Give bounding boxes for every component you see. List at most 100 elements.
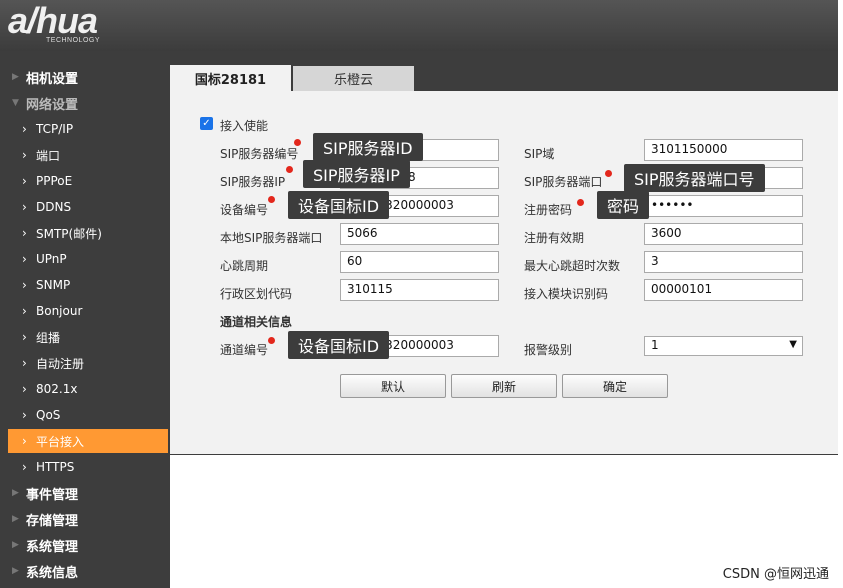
annotation-dot: [605, 170, 612, 177]
expanded-triangle-icon: ▼: [12, 98, 19, 108]
sip-server-ip-label: SIP服务器IP: [220, 175, 286, 189]
chevron-right-icon: ›: [22, 408, 27, 422]
chevron-right-icon: ›: [22, 304, 27, 318]
callout-sip-server-ip: SIP服务器IP: [303, 160, 410, 188]
annotation-dot: [286, 166, 293, 173]
watermark: CSDN @恒网迅通: [722, 567, 829, 582]
sidebar-item-pppoe[interactable]: › PPPoE: [8, 169, 168, 193]
sidebar-section-label: 事件管理: [26, 487, 79, 503]
sidebar-section-storage-management[interactable]: ▶ 存储管理: [8, 507, 168, 531]
sidebar-item-label: SMTP(邮件): [36, 226, 102, 241]
heartbeat-label: 心跳周期: [220, 259, 269, 273]
alarm-level-select[interactable]: 1 ▼: [644, 336, 803, 356]
collapsed-triangle-icon: ▶: [12, 540, 19, 550]
sidebar-item-label: QoS: [36, 408, 61, 422]
region-code-input[interactable]: 310115: [340, 279, 499, 301]
sidebar-item-upnp[interactable]: › UPnP: [8, 247, 168, 271]
chevron-right-icon: ›: [22, 200, 27, 214]
sidebar-item-label: TCP/IP: [36, 122, 74, 136]
enable-label: 接入使能: [220, 119, 269, 133]
sidebar-section-event-management[interactable]: ▶ 事件管理: [8, 481, 168, 505]
sidebar-item-ddns[interactable]: › DDNS: [8, 195, 168, 219]
tab-imou-cloud[interactable]: 乐橙云: [293, 66, 414, 91]
chevron-right-icon: ›: [22, 356, 27, 370]
sidebar-item-label: 端口: [36, 148, 61, 163]
sidebar-item-8021x[interactable]: › 802.1x: [8, 377, 168, 401]
sidebar-item-qos[interactable]: › QoS: [8, 403, 168, 427]
chevron-right-icon: ›: [22, 434, 27, 448]
register-validity-input[interactable]: 3600: [644, 223, 803, 245]
sidebar-item-label: HTTPS: [36, 460, 75, 474]
sidebar-section-camera-settings[interactable]: ▶ 相机设置: [8, 65, 168, 89]
sidebar-item-label: 802.1x: [36, 382, 78, 396]
sidebar-item-multicast[interactable]: › 组播: [8, 325, 168, 349]
tab-gb28181[interactable]: 国标28181: [170, 65, 291, 91]
max-heartbeat-timeout-input[interactable]: 3: [644, 251, 803, 273]
dahua-logo: a/hua TECHNOLOGY: [8, 0, 150, 48]
sidebar-item-port[interactable]: › 端口: [8, 143, 168, 167]
sidebar-item-tcpip[interactable]: › TCP/IP: [8, 117, 168, 141]
heartbeat-input[interactable]: 60: [340, 251, 499, 273]
top-bar: a/hua TECHNOLOGY: [0, 0, 838, 51]
annotation-dot: [268, 337, 275, 344]
chevron-right-icon: ›: [22, 330, 27, 344]
sidebar-section-network-settings[interactable]: ▼ 网络设置: [8, 91, 168, 115]
enable-checkbox[interactable]: ✓: [200, 117, 213, 130]
sip-server-id-label: SIP服务器编号: [220, 147, 299, 161]
sidebar: ▶ 相机设置 ▼ 网络设置 › TCP/IP › 端口 › PPPoE › DDNS › SM…: [0, 51, 170, 588]
register-validity-label: 注册有效期: [524, 231, 585, 245]
chevron-down-icon: ▼: [789, 339, 797, 350]
sidebar-item-label: SNMP: [36, 278, 71, 292]
channel-section-heading: 通道相关信息: [220, 315, 293, 329]
sip-domain-label: SIP域: [524, 147, 555, 161]
register-password-input[interactable]: ••••••: [644, 195, 803, 217]
sidebar-item-snmp[interactable]: › SNMP: [8, 273, 168, 297]
sidebar-item-label: 组播: [36, 330, 61, 345]
sidebar-item-bonjour[interactable]: › Bonjour: [8, 299, 168, 323]
sidebar-section-system-info[interactable]: ▶ 系统信息: [8, 559, 168, 583]
confirm-button[interactable]: 确定: [562, 374, 668, 398]
sidebar-item-smtp[interactable]: › SMTP(邮件): [8, 221, 168, 245]
default-button[interactable]: 默认: [340, 374, 446, 398]
sidebar-item-label: PPPoE: [36, 174, 73, 188]
local-sip-port-label: 本地SIP服务器端口: [220, 231, 323, 245]
sip-domain-input[interactable]: 3101150000: [644, 139, 803, 161]
sidebar-item-label: 平台接入: [36, 434, 85, 449]
annotation-dot: [294, 139, 301, 146]
collapsed-triangle-icon: ▶: [12, 488, 19, 498]
chevron-right-icon: ›: [22, 174, 27, 188]
sidebar-item-platform-access[interactable]: › 平台接入: [8, 429, 168, 453]
refresh-button[interactable]: 刷新: [451, 374, 557, 398]
sidebar-item-auto-register[interactable]: › 自动注册: [8, 351, 168, 375]
collapsed-triangle-icon: ▶: [12, 72, 19, 82]
chevron-right-icon: ›: [22, 278, 27, 292]
sidebar-item-label: 自动注册: [36, 356, 85, 371]
logo-subtitle: TECHNOLOGY: [46, 37, 101, 44]
chevron-right-icon: ›: [22, 148, 27, 162]
alarm-level-label: 报警级别: [524, 343, 573, 357]
register-password-label: 注册密码: [524, 203, 573, 217]
sidebar-section-label: 系统管理: [26, 539, 79, 555]
sidebar-item-label: DDNS: [36, 200, 72, 214]
sidebar-section-system-management[interactable]: ▶ 系统管理: [8, 533, 168, 557]
sidebar-item-https[interactable]: › HTTPS: [8, 455, 168, 479]
sidebar-section-label: 网络设置: [26, 97, 79, 113]
sidebar-item-label: UPnP: [36, 252, 67, 266]
callout-device-id: 设备国标ID: [288, 191, 390, 219]
callout-channel-id: 设备国标ID: [288, 331, 390, 359]
chevron-right-icon: ›: [22, 226, 27, 240]
callout-sip-server-id: SIP服务器ID: [313, 133, 423, 161]
chevron-right-icon: ›: [22, 382, 27, 396]
config-panel: ✓ 接入使能 SIP服务器编号 2000000001 SIP域 31011500…: [170, 91, 838, 454]
region-code-label: 行政区划代码: [220, 287, 293, 301]
sidebar-section-label: 相机设置: [26, 71, 79, 87]
module-id-input[interactable]: 00000101: [644, 279, 803, 301]
collapsed-triangle-icon: ▶: [12, 514, 19, 524]
logo-brand: a/hua: [8, 0, 98, 41]
alarm-level-value: 1: [651, 338, 659, 352]
module-id-label: 接入模块识别码: [524, 287, 609, 301]
sidebar-section-label: 存储管理: [26, 513, 79, 529]
collapsed-triangle-icon: ▶: [12, 566, 19, 576]
annotation-dot: [577, 199, 584, 206]
local-sip-port-input[interactable]: 5066: [340, 223, 499, 245]
